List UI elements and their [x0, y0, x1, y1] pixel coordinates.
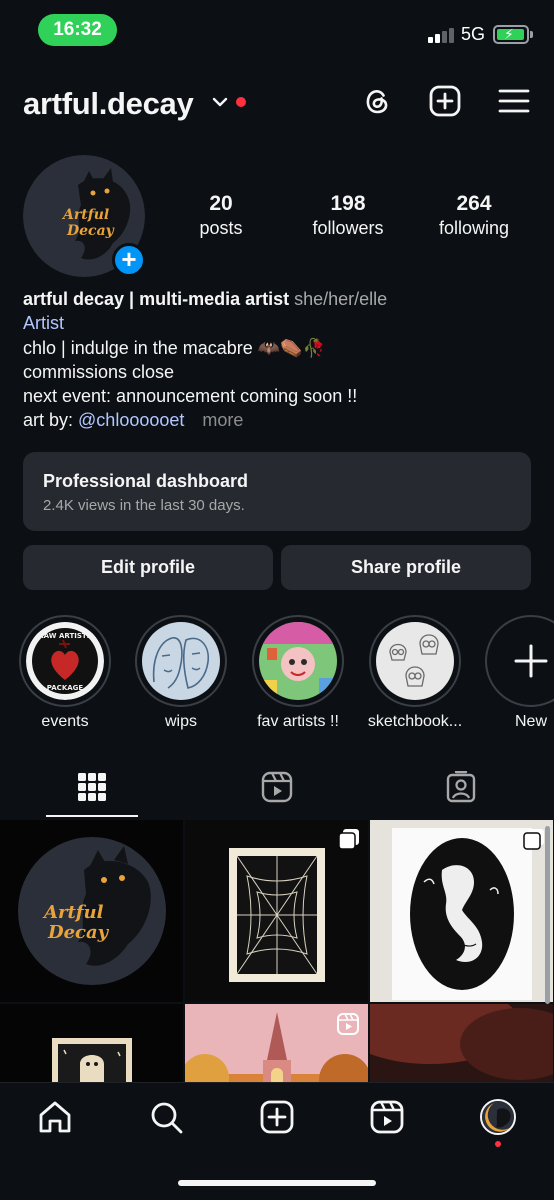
- highlight-label: sketchbook...: [367, 713, 463, 730]
- following-stat[interactable]: 264 following: [424, 192, 524, 239]
- highlight-sketchbook[interactable]: sketchbook...: [367, 615, 463, 731]
- share-profile-button[interactable]: Share profile: [281, 545, 531, 590]
- mention-link[interactable]: @chloooooet: [78, 410, 184, 430]
- plus-icon: [514, 644, 548, 678]
- account-switcher[interactable]: artful.decay: [23, 86, 194, 122]
- edit-profile-button[interactable]: Edit profile: [23, 545, 273, 590]
- post-thumbnail[interactable]: [185, 1004, 368, 1082]
- status-bar: 16:32 5G ⚡: [0, 0, 554, 62]
- scrollbar[interactable]: [545, 826, 550, 1004]
- professional-dashboard[interactable]: Professional dashboard 2.4K views in the…: [23, 452, 531, 531]
- bio-line-4: art by: @chloooooet more: [23, 408, 533, 432]
- profile-avatar[interactable]: Artful Decay +: [23, 155, 146, 277]
- profile-page: 16:32 5G ⚡ artful.decay Artful Decay + 2…: [0, 0, 554, 1200]
- reels-tab[interactable]: [185, 765, 369, 819]
- badge-bottom-text: PACKAGE: [47, 684, 84, 692]
- signal-icon: [428, 27, 454, 43]
- profile-bio: artful decay | multi-media artist she/he…: [23, 287, 533, 433]
- bio-line-3: next event: announcement coming soon !!: [23, 386, 358, 407]
- tagged-tab[interactable]: [369, 765, 553, 819]
- menu-icon[interactable]: [497, 84, 531, 118]
- post-thumbnail[interactable]: [185, 820, 368, 1002]
- category-label[interactable]: Artist: [23, 311, 533, 335]
- pronouns: she/her/elle: [294, 289, 388, 309]
- reels-icon: [261, 771, 293, 803]
- profile-avatar-icon: [482, 1101, 514, 1133]
- post-thumbnail[interactable]: [0, 1004, 183, 1082]
- logo-text-1: Artful: [61, 207, 109, 223]
- followers-label: followers: [312, 218, 384, 238]
- profile-nav-avatar[interactable]: [480, 1099, 516, 1135]
- multiple-posts-icon: [523, 829, 544, 850]
- search-icon[interactable]: [146, 1097, 186, 1137]
- more-link[interactable]: more: [202, 410, 243, 430]
- new-highlight-button[interactable]: New: [483, 615, 554, 731]
- highlight-fav-artists[interactable]: fav artists !!: [250, 615, 346, 731]
- bio-line-4-prefix: art by:: [23, 410, 79, 431]
- home-indicator: [178, 1180, 376, 1186]
- post-thumbnail[interactable]: Artful Decay: [0, 820, 183, 1002]
- ghost-print-post: [0, 1004, 183, 1082]
- active-tab-indicator: [46, 815, 138, 817]
- followers-stat[interactable]: 198 followers: [298, 192, 398, 239]
- home-icon[interactable]: [35, 1097, 75, 1137]
- dashboard-title: Professional dashboard: [43, 471, 249, 491]
- content-tabs: [0, 765, 554, 819]
- create-icon[interactable]: [428, 84, 462, 118]
- reels-nav-icon[interactable]: [367, 1097, 407, 1137]
- posts-label: posts: [199, 218, 243, 238]
- sketch-faces-icon: [142, 622, 220, 700]
- red-sky-painting-post: [370, 1004, 553, 1082]
- artful-decay-logo-post: Artful Decay: [0, 820, 183, 1002]
- logo-text-2: Decay: [66, 223, 115, 239]
- highlight-label: events: [41, 713, 89, 730]
- bio-line-1: chlo | indulge in the macabre 🦇⚰️🥀: [23, 337, 326, 358]
- highlight-wips[interactable]: wips: [133, 615, 229, 731]
- status-time[interactable]: 16:32: [38, 14, 117, 46]
- highlight-events[interactable]: RAW ARTISTS PACKAGE events: [17, 615, 113, 731]
- skull-sketch-icon: [376, 622, 454, 700]
- post-logo-text-2: Decay: [47, 922, 110, 943]
- create-post-icon[interactable]: [257, 1097, 297, 1137]
- profile-header: artful.decay: [0, 80, 554, 130]
- posts-stat[interactable]: 20 posts: [181, 192, 261, 239]
- following-label: following: [438, 218, 510, 238]
- tagged-icon: [446, 771, 476, 803]
- chevron-down-icon[interactable]: [211, 93, 229, 111]
- posts-count: 20: [209, 192, 233, 215]
- multiple-posts-icon: [338, 829, 359, 850]
- reel-indicator-icon: [337, 1013, 359, 1035]
- highlight-label: New: [514, 713, 547, 730]
- add-story-button[interactable]: +: [112, 243, 146, 277]
- following-count: 264: [456, 192, 492, 215]
- display-name: artful decay | multi-media artist: [23, 289, 290, 309]
- post-thumbnail[interactable]: [370, 820, 553, 1002]
- post-thumbnail[interactable]: [370, 1004, 553, 1082]
- battery-icon: ⚡: [493, 25, 533, 44]
- highlight-label: fav artists !!: [257, 713, 339, 730]
- network-type: 5G: [461, 24, 486, 44]
- badge-top-text: RAW ARTISTS: [38, 632, 91, 640]
- followers-count: 198: [330, 192, 366, 215]
- post-logo-text-1: Artful: [42, 902, 104, 923]
- colorful-art-icon: [259, 622, 337, 700]
- threads-icon[interactable]: [360, 84, 394, 118]
- raw-artists-badge-icon: RAW ARTISTS PACKAGE: [26, 622, 104, 700]
- bio-line-2: commissions close: [23, 361, 175, 382]
- notification-dot: [495, 1141, 501, 1147]
- notification-dot: [236, 97, 246, 107]
- grid-icon: [78, 773, 106, 801]
- dashboard-subtitle: 2.4K views in the last 30 days.: [43, 497, 245, 514]
- posts-grid: Artful Decay: [0, 820, 554, 1082]
- highlight-label: wips: [164, 713, 197, 730]
- grid-tab[interactable]: [0, 765, 184, 819]
